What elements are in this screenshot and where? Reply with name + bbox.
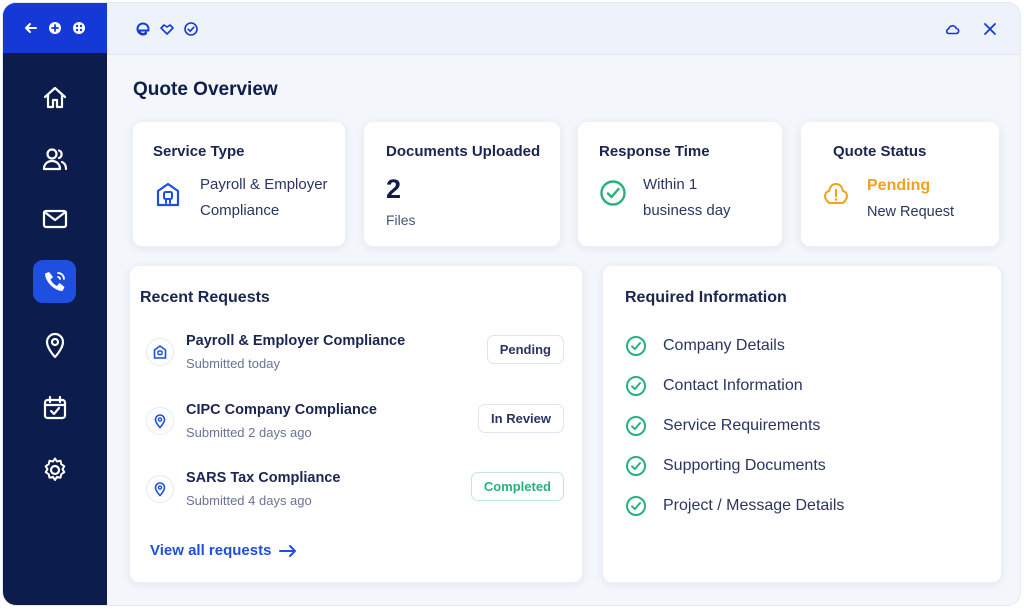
add-circle-icon[interactable] — [48, 21, 62, 35]
response-time-line1: Within 1 — [643, 176, 698, 193]
check-badge-icon[interactable] — [183, 21, 199, 37]
sidebar-item-calls[interactable] — [33, 260, 76, 303]
quote-status-label: Quote Status — [833, 143, 927, 160]
service-type-line2: Compliance — [200, 202, 280, 219]
location-pin-icon — [146, 407, 174, 435]
recent-requests-title: Recent Requests — [140, 289, 270, 306]
request-title: CIPC Company Compliance — [186, 402, 377, 418]
quote-status-detail: New Request — [867, 204, 955, 220]
settings-icon — [44, 457, 65, 481]
back-arrow-icon[interactable] — [24, 21, 38, 35]
users-icon — [42, 147, 67, 170]
documents-card: Documents Uploaded 2 Files — [363, 121, 561, 247]
request-submitted: Submitted 4 days ago — [186, 493, 312, 508]
check-circle-icon — [626, 456, 646, 476]
sidebar-item-calendar[interactable] — [33, 386, 76, 429]
service-type-card: Service Type Payroll & Employer Complian… — [132, 121, 346, 247]
list-item[interactable]: CIPC Company Compliance Submitted 2 days… — [146, 401, 564, 457]
response-time-label: Response Time — [599, 143, 710, 160]
apps-circle-icon[interactable] — [72, 21, 86, 35]
required-information-panel: Required Information Company Details Con… — [602, 265, 1002, 583]
response-time-card: Response Time Within 1 business day — [577, 121, 783, 247]
check-circle-icon — [600, 180, 626, 206]
required-item-supporting-documents: Supporting Documents — [625, 454, 826, 478]
check-circle-icon — [626, 416, 646, 436]
sidebar-item-locations[interactable] — [33, 323, 76, 366]
mail-icon — [42, 209, 67, 228]
handshake-icon[interactable] — [159, 21, 175, 37]
request-title: Payroll & Employer Compliance — [186, 333, 406, 349]
status-badge: Completed — [470, 472, 564, 501]
home-icon — [43, 86, 66, 108]
page-title: Quote Overview — [133, 79, 278, 100]
request-title: SARS Tax Compliance — [186, 470, 341, 486]
required-information-title: Required Information — [625, 289, 787, 306]
cloud-icon[interactable] — [944, 21, 960, 37]
required-item-contact-information: Contact Information — [625, 374, 803, 398]
documents-count: 2 — [386, 174, 402, 204]
location-icon — [45, 332, 64, 358]
check-circle-icon — [626, 496, 646, 516]
sidebar-item-settings[interactable] — [33, 448, 76, 491]
sidebar-item-home[interactable] — [33, 76, 76, 119]
app-window: Quote Overview Service Type Payroll & Em… — [2, 2, 1021, 606]
documents-unit: Files — [386, 212, 416, 228]
request-submitted: Submitted today — [186, 356, 280, 371]
building-icon — [146, 338, 174, 366]
quote-status-card: Quote Status Pending New Request — [800, 121, 1000, 247]
documents-label: Documents Uploaded — [386, 143, 541, 160]
view-all-label: View all requests — [150, 542, 272, 559]
quote-status-value: Pending — [867, 177, 931, 194]
status-badge: Pending — [486, 335, 564, 364]
recent-requests-panel: Recent Requests Payroll & Employer Compl… — [129, 265, 583, 583]
arrow-right-icon — [279, 544, 297, 557]
view-all-requests-link[interactable]: View all requests — [150, 542, 297, 559]
phone-icon — [44, 271, 65, 291]
service-type-line1: Payroll & Employer — [200, 176, 328, 193]
list-item[interactable]: SARS Tax Compliance Submitted 4 days ago… — [146, 469, 564, 525]
request-submitted: Submitted 2 days ago — [186, 425, 312, 440]
required-item-company-details: Company Details — [625, 334, 785, 358]
required-item-service-requirements: Service Requirements — [625, 414, 820, 438]
warning-icon — [824, 183, 848, 204]
sidebar-item-mail[interactable] — [33, 197, 76, 240]
required-item-project-message-details: Project / Message Details — [625, 494, 844, 518]
list-item[interactable]: Payroll & Employer Compliance Submitted … — [146, 332, 564, 388]
status-badge: In Review — [478, 404, 564, 433]
location-pin-icon — [146, 475, 174, 503]
sidebar-item-users[interactable] — [33, 137, 76, 180]
browser-logo-icon[interactable] — [135, 21, 151, 37]
check-circle-icon — [626, 376, 646, 396]
close-icon[interactable] — [982, 21, 998, 37]
building-icon — [156, 182, 180, 207]
top-bar — [107, 3, 1020, 55]
calendar-icon — [43, 395, 66, 419]
check-circle-icon — [626, 336, 646, 356]
response-time-line2: business day — [643, 202, 731, 219]
sidebar — [3, 3, 107, 605]
sidebar-toolbar — [3, 3, 107, 53]
service-type-label: Service Type — [153, 143, 245, 160]
